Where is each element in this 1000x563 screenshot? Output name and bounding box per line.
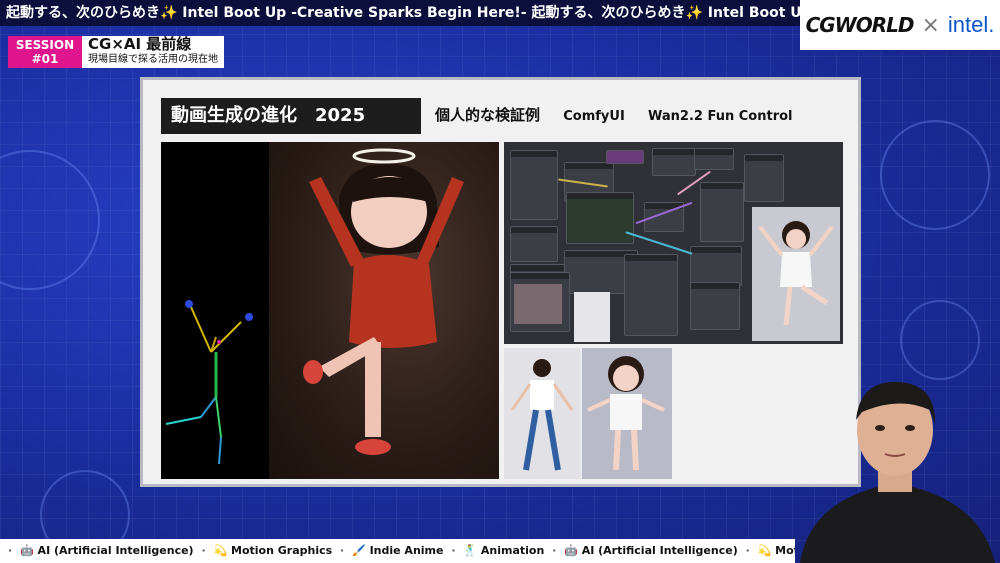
broadcast-screen: 起動する、次のひらめき✨ Intel Boot Up -Creative Spa… <box>0 0 1000 563</box>
pose-skeleton-image <box>161 142 269 479</box>
graph-node <box>624 254 678 336</box>
preview-thumb <box>574 292 610 342</box>
presenter-icon <box>800 381 995 563</box>
session-subtitle: 現場目線で探る活用の現在地 <box>88 54 218 65</box>
ticker-item: 💫 Motion Graphics <box>213 544 333 557</box>
bottom-ticker: · 🤖 AI (Artificial Intelligence) · 💫 Mot… <box>0 539 795 563</box>
intel-logo: intel. <box>947 12 995 37</box>
session-badge-label: SESSION <box>15 38 75 52</box>
session-badge-number: #01 <box>31 52 59 66</box>
bg-circuit-ring <box>0 150 100 290</box>
character-render-image <box>269 142 499 479</box>
slide-subheading: 個人的な検証例 ComfyUI Wan2.2 Fun Control <box>435 104 811 125</box>
ticker-item: 🤖 AI (Artificial Intelligence) <box>564 544 738 557</box>
graph-node <box>510 150 558 220</box>
sponsor-logos: CGWORLD × intel. <box>800 0 1000 50</box>
logo-cross: × <box>921 12 940 38</box>
ticker-item: 💫 Motion Graphics <box>757 544 795 557</box>
slide-subheading-text: 個人的な検証例 <box>435 106 541 124</box>
slide-heading: 動画生成の進化 2025 <box>161 98 421 134</box>
graph-node <box>510 226 558 262</box>
tool-comfyui: ComfyUI <box>563 109 625 124</box>
tool-wan: Wan2.2 Fun Control <box>648 109 793 124</box>
ticker-item: 🤖 AI (Artificial Intelligence) <box>20 544 194 557</box>
preview-thumb <box>514 284 562 324</box>
session-badge: SESSION #01 <box>8 36 82 68</box>
ticker-item: 🕺 Animation <box>463 544 545 557</box>
graph-node <box>566 192 634 244</box>
pose-skeleton-icon <box>165 300 253 465</box>
generated-result-image <box>752 207 840 341</box>
top-ticker: 起動する、次のひらめき✨ Intel Boot Up -Creative Spa… <box>0 0 800 26</box>
graph-node <box>744 154 784 202</box>
cgworld-logo: CGWORLD <box>805 13 915 37</box>
session-title: CG×AI 最前線 <box>88 35 192 53</box>
graph-node <box>606 150 644 164</box>
reference-pose-photos-icon <box>504 348 672 479</box>
result-character-icon <box>758 221 834 326</box>
graph-node <box>652 148 696 176</box>
comfyui-node-graph <box>504 142 843 344</box>
graph-node <box>700 182 744 242</box>
character-illustration-icon <box>303 148 464 455</box>
graph-node <box>690 246 742 286</box>
reference-images <box>504 348 672 479</box>
graph-node <box>694 148 734 170</box>
ticker-item: 🖌️ Indie Anime <box>352 544 444 557</box>
graph-node <box>690 282 740 330</box>
presentation-slide: 動画生成の進化 2025 個人的な検証例 ComfyUI Wan2.2 Fun … <box>140 77 861 487</box>
session-title-box: CG×AI 最前線 現場目線で探る活用の現在地 <box>82 36 224 68</box>
top-ticker-text: 起動する、次のひらめき✨ Intel Boot Up -Creative Spa… <box>6 5 800 21</box>
bg-circuit-ring <box>880 120 990 230</box>
presenter-video <box>790 368 1000 563</box>
